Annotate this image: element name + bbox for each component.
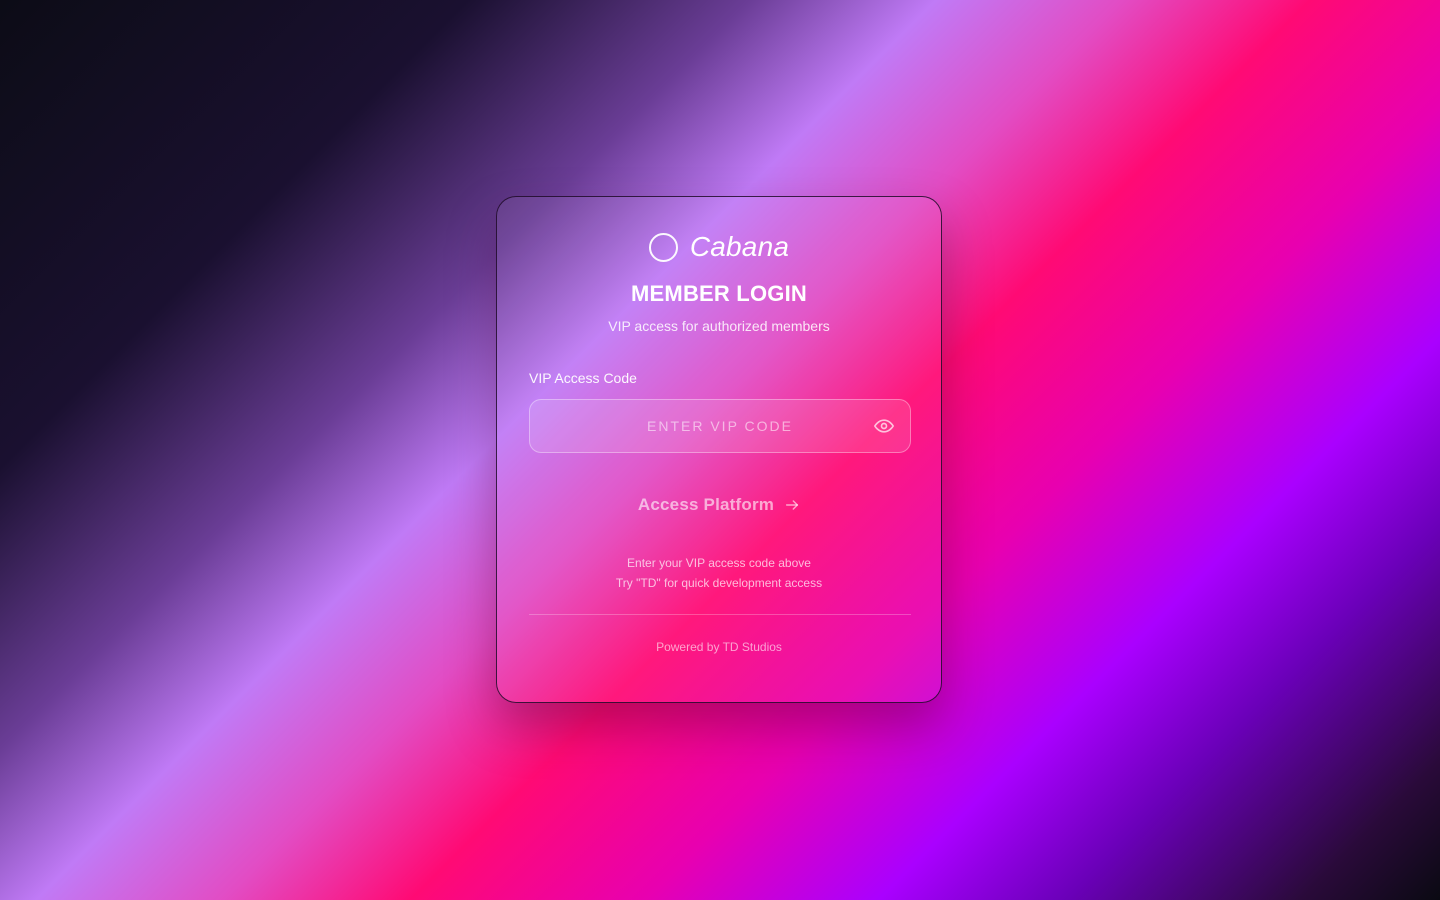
brand-name: Cabana (689, 231, 790, 262)
footer-text: Powered by TD Studios (656, 640, 782, 654)
eye-icon[interactable] (872, 414, 896, 438)
circle-logo-icon (648, 232, 678, 262)
access-platform-label: Access Platform (637, 495, 775, 514)
brand-header: Cabana (529, 229, 909, 265)
page-subtitle: VIP access for authorized members (608, 318, 830, 334)
login-card: Cabana MEMBER LOGIN VIP access for autho… (496, 196, 942, 703)
access-platform-button[interactable]: Access Platform (529, 489, 909, 521)
page-title: MEMBER LOGIN (631, 281, 807, 306)
vip-code-input[interactable] (530, 400, 910, 452)
hint-text: Enter your VIP access code above Try "TD… (529, 553, 909, 593)
arrow-right-icon (784, 497, 800, 513)
hint-line-1: Enter your VIP access code above (627, 556, 811, 570)
vip-code-label: VIP Access Code (529, 370, 637, 386)
vip-code-field-wrapper (529, 399, 911, 453)
divider (529, 614, 911, 615)
hint-line-2: Try "TD" for quick development access (615, 576, 823, 590)
